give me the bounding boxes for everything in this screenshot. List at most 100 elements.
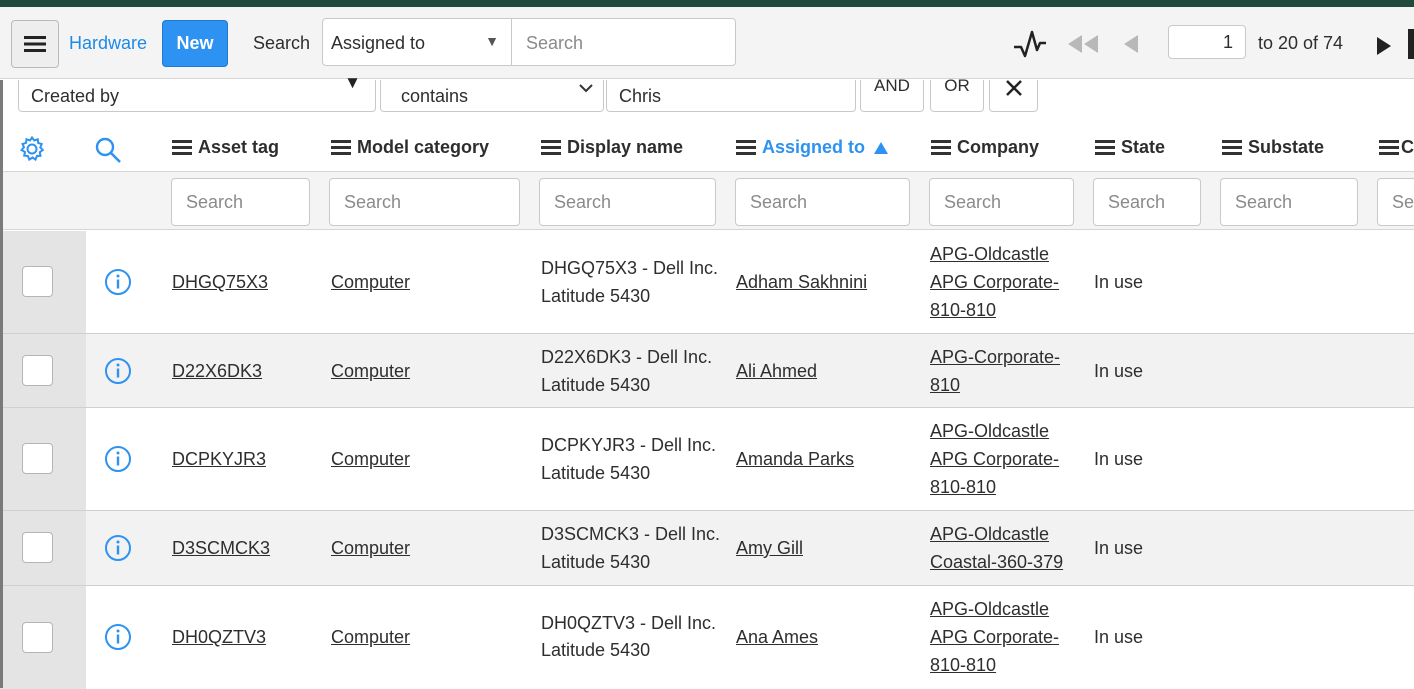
column-search-row: Search Search Search Search Search Searc… — [0, 172, 1414, 230]
assigned-to-link[interactable]: Amy Gill — [736, 534, 803, 562]
company-link-line-1[interactable]: APG-Oldcastle — [930, 520, 1049, 548]
search-icon[interactable] — [94, 136, 122, 164]
caret-down-icon: ▼ — [485, 33, 499, 49]
info-icon[interactable] — [104, 534, 132, 562]
column-header-partial[interactable]: C — [1379, 137, 1414, 158]
first-page-icon[interactable] — [1064, 29, 1104, 59]
display-name-line-2: Latitude 5430 — [541, 552, 651, 572]
column-header-company[interactable]: Company — [931, 137, 1039, 158]
asset-tag-link[interactable]: DH0QZTV3 — [172, 623, 266, 651]
info-icon[interactable] — [104, 623, 132, 651]
display-name-line-1: DHGQ75X3 - Dell Inc. — [541, 258, 719, 278]
column-menu-icon[interactable] — [541, 139, 561, 156]
column-menu-icon[interactable] — [1222, 139, 1242, 156]
last-page-icon[interactable] — [1408, 29, 1414, 59]
row-checkbox[interactable] — [22, 266, 53, 297]
remove-condition-button[interactable] — [989, 80, 1038, 112]
column-menu-icon[interactable] — [1095, 139, 1115, 156]
gear-icon[interactable] — [18, 135, 46, 163]
new-button[interactable]: New — [162, 20, 228, 67]
activity-pulse-icon[interactable] — [1012, 29, 1048, 59]
company-link-line-2[interactable]: Coastal-360-379 — [930, 548, 1063, 576]
column-menu-icon[interactable] — [931, 139, 951, 156]
search-field-select[interactable]: Assigned to ▼ — [322, 18, 512, 66]
top-stripe — [0, 0, 1414, 7]
company-link-line-1[interactable]: APG-Oldcastle — [930, 595, 1049, 623]
close-icon — [1005, 80, 1022, 96]
filter-value-input[interactable]: Chris — [606, 80, 856, 112]
search-field-value: Assigned to — [331, 33, 426, 53]
page-number-input[interactable]: 1 — [1168, 25, 1246, 59]
list-title[interactable]: Hardware — [69, 33, 147, 54]
list-search-input[interactable]: Search — [511, 18, 736, 66]
info-icon[interactable] — [104, 445, 132, 473]
column-menu-icon[interactable] — [172, 139, 192, 156]
asset-tag-link[interactable]: DCPKYJR3 — [172, 445, 266, 473]
company-link-line-2[interactable]: APG Corporate- — [930, 623, 1059, 651]
company-link-line-1[interactable]: APG-Corporate- — [930, 343, 1060, 371]
assigned-to-link[interactable]: Ali Ahmed — [736, 357, 817, 385]
column-search-input[interactable]: Search — [329, 178, 520, 226]
column-header-row: Asset tag Model category Display name As… — [0, 124, 1414, 172]
state-value: In use — [1094, 538, 1144, 558]
table-row: D22X6DK3 Computer D22X6DK3 - Dell Inc. L… — [0, 334, 1414, 408]
record-range-text: to 20 of 74 — [1258, 33, 1344, 53]
column-menu-icon[interactable] — [331, 139, 351, 156]
asset-tag-link[interactable]: D22X6DK3 — [172, 357, 262, 385]
filter-field-select[interactable]: Created by ▼ — [18, 74, 376, 112]
column-header-state[interactable]: State — [1095, 137, 1165, 158]
chevron-down-icon — [579, 84, 593, 93]
assigned-to-link[interactable]: Ana Ames — [736, 623, 818, 651]
next-page-icon[interactable] — [1372, 31, 1396, 61]
row-checkbox[interactable] — [22, 443, 53, 474]
company-link-line-2[interactable]: APG Corporate- — [930, 445, 1059, 473]
info-icon[interactable] — [104, 268, 132, 296]
context-menu-button[interactable] — [11, 20, 59, 68]
column-search-input[interactable]: Search — [735, 178, 910, 226]
company-link-line-3[interactable]: 810-810 — [930, 651, 996, 679]
asset-tag-link[interactable]: DHGQ75X3 — [172, 268, 268, 296]
model-category-link[interactable]: Computer — [331, 445, 410, 473]
column-menu-icon[interactable] — [736, 139, 756, 156]
model-category-link[interactable]: Computer — [331, 357, 410, 385]
previous-page-icon[interactable] — [1120, 29, 1144, 59]
column-menu-icon[interactable] — [1379, 139, 1399, 156]
assigned-to-link[interactable]: Adham Sakhnini — [736, 268, 867, 296]
column-search-input[interactable]: Sea — [1377, 178, 1414, 226]
column-header-model-category[interactable]: Model category — [331, 137, 489, 158]
column-search-input[interactable]: Search — [929, 178, 1074, 226]
company-link-line-2[interactable]: APG Corporate- — [930, 268, 1059, 296]
company-link-line-3[interactable]: 810-810 — [930, 473, 996, 501]
column-search-input[interactable]: Search — [171, 178, 310, 226]
row-checkbox[interactable] — [22, 355, 53, 386]
display-name-line-1: D22X6DK3 - Dell Inc. — [541, 347, 713, 367]
column-header-substate[interactable]: Substate — [1222, 137, 1324, 158]
column-header-asset-tag[interactable]: Asset tag — [172, 137, 279, 158]
assigned-to-link[interactable]: Amanda Parks — [736, 445, 854, 473]
row-checkbox[interactable] — [22, 622, 53, 653]
filter-operator-select[interactable]: contains — [380, 80, 604, 112]
info-icon[interactable] — [104, 357, 132, 385]
column-header-display-name[interactable]: Display name — [541, 137, 683, 158]
model-category-link[interactable]: Computer — [331, 623, 410, 651]
model-category-link[interactable]: Computer — [331, 268, 410, 296]
column-search-input[interactable]: Search — [1220, 178, 1358, 226]
and-button[interactable]: AND — [860, 76, 924, 112]
company-link-line-2[interactable]: 810 — [930, 371, 960, 399]
company-link-line-3[interactable]: 810-810 — [930, 296, 996, 324]
list-header: Hardware New Search Assigned to ▼ Search… — [0, 7, 1414, 79]
model-category-link[interactable]: Computer — [331, 534, 410, 562]
table-row: DH0QZTV3 Computer DH0QZTV3 - Dell Inc. L… — [0, 586, 1414, 689]
column-search-input[interactable]: Search — [1093, 178, 1201, 226]
row-checkbox[interactable] — [22, 532, 53, 563]
or-button[interactable]: OR — [930, 76, 984, 112]
asset-tag-link[interactable]: D3SCMCK3 — [172, 534, 270, 562]
search-label: Search — [253, 33, 311, 53]
company-link-line-1[interactable]: APG-Oldcastle — [930, 417, 1049, 445]
column-search-input[interactable]: Search — [539, 178, 716, 226]
column-header-assigned-to[interactable]: Assigned to — [736, 137, 889, 158]
table-row: DHGQ75X3 Computer DHGQ75X3 - Dell Inc. L… — [0, 231, 1414, 334]
display-name-line-2: Latitude 5430 — [541, 286, 651, 306]
company-link-line-1[interactable]: APG-Oldcastle — [930, 240, 1049, 268]
state-value: In use — [1094, 627, 1144, 647]
